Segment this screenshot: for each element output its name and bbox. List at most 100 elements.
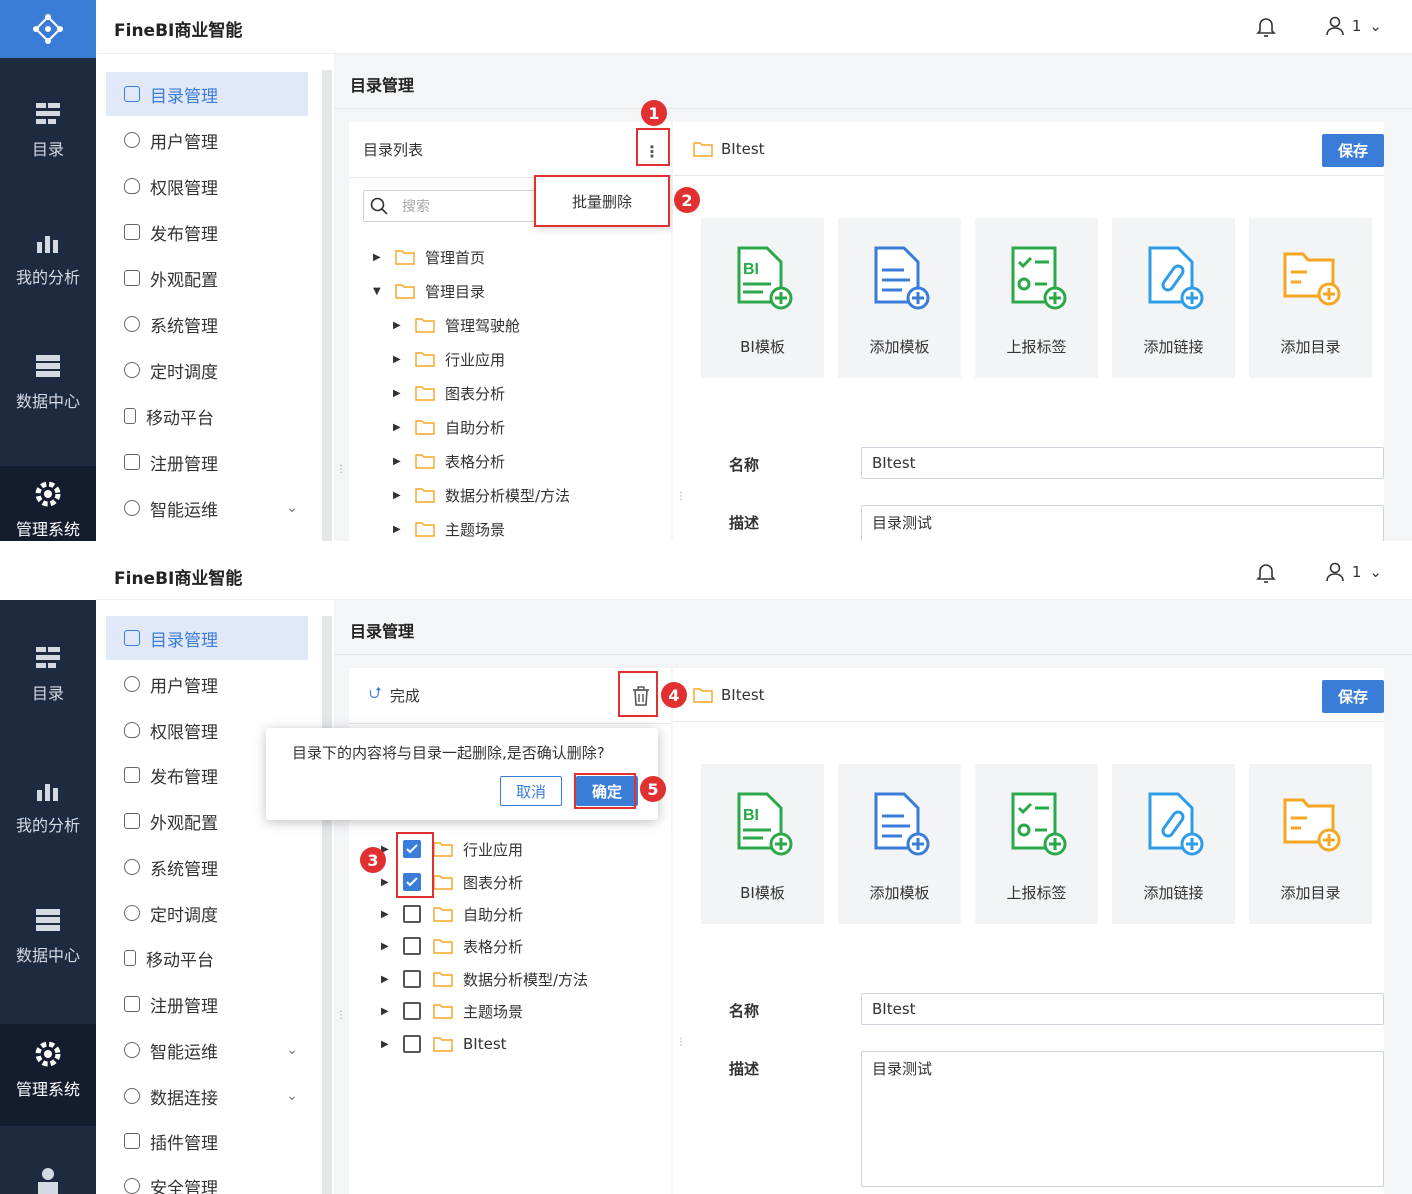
caret-right-icon: ▶ bbox=[381, 940, 389, 952]
report-tag-icon bbox=[1011, 792, 1066, 856]
checkbox bbox=[403, 937, 421, 955]
menu-item-register[interactable]: 注册管理 bbox=[106, 440, 308, 484]
menu-item-catalog-mgmt[interactable]: 目录管理 bbox=[106, 616, 308, 660]
tree-node[interactable]: ▶ 自助分析 bbox=[393, 410, 505, 444]
menu-item-ops[interactable]: 智能运维 ⌄ bbox=[106, 486, 308, 530]
menu-item-schedule[interactable]: 定时调度 bbox=[106, 891, 308, 935]
tree-node[interactable]: ▶ BItest bbox=[381, 1027, 507, 1061]
menu-item-user-mgmt[interactable]: 用户管理 bbox=[106, 118, 308, 162]
resize-handle[interactable]: ⋮ bbox=[676, 491, 686, 502]
card-bi-template[interactable]: BI BI模板 bbox=[701, 764, 824, 924]
menu-item-catalog-mgmt[interactable]: 目录管理 bbox=[106, 72, 308, 116]
menu-item-plugin[interactable]: 插件管理 bbox=[106, 1119, 308, 1163]
user-menu[interactable]: 1 ⌄ bbox=[1326, 16, 1382, 36]
caret-right-icon: ▶ bbox=[393, 421, 401, 433]
action-cards: BI BI模板 添加模板 上报标签 添加链接 添加目录 bbox=[701, 218, 1372, 378]
card-report-tag[interactable]: 上报标签 bbox=[975, 764, 1098, 924]
rail-item-data-center[interactable]: 数据中心 bbox=[0, 906, 96, 966]
tree-node[interactable]: ▶ 管理首页 bbox=[373, 240, 485, 274]
menu-item-schedule[interactable]: 定时调度 bbox=[106, 348, 308, 392]
caret-right-icon: ▶ bbox=[393, 489, 401, 501]
tree-node[interactable]: ▶ 自助分析 bbox=[381, 897, 523, 931]
card-add-folder[interactable]: 添加目录 bbox=[1249, 218, 1372, 378]
folder-icon bbox=[693, 687, 713, 703]
menu-item-publish[interactable]: 发布管理 bbox=[106, 210, 308, 254]
menu-item-security[interactable]: 安全管理 bbox=[106, 1164, 308, 1194]
menu-item-register[interactable]: 注册管理 bbox=[106, 982, 308, 1026]
save-button[interactable]: 保存 bbox=[1322, 134, 1384, 167]
folder-icon bbox=[415, 318, 435, 333]
menu-item-appearance[interactable]: 外观配置 bbox=[106, 256, 308, 300]
folder-icon bbox=[433, 1004, 453, 1019]
tree-node[interactable]: ▶ 表格分析 bbox=[381, 929, 523, 963]
card-add-template[interactable]: 添加模板 bbox=[838, 218, 961, 378]
menu-item-data-connection[interactable]: 数据连接 ⌄ bbox=[106, 1074, 308, 1118]
rail-item-data-center[interactable]: 数据中心 bbox=[0, 352, 96, 412]
menu-item-mobile[interactable]: 移动平台 bbox=[106, 936, 308, 980]
name-field[interactable]: BItest bbox=[861, 447, 1384, 479]
highlight-box bbox=[396, 832, 434, 898]
card-add-template[interactable]: 添加模板 bbox=[838, 764, 961, 924]
bell-icon[interactable] bbox=[1256, 562, 1276, 584]
search-input[interactable]: 搜索 bbox=[363, 190, 543, 222]
rail-item-catalog[interactable]: 目录 bbox=[0, 644, 96, 704]
bell-icon[interactable] bbox=[1256, 16, 1276, 38]
menu-item-system[interactable]: 系统管理 bbox=[106, 845, 308, 889]
done-button[interactable]: 完成 bbox=[390, 685, 420, 706]
menu-item-ops[interactable]: 智能运维 ⌄ bbox=[106, 1028, 308, 1072]
caret-right-icon: ▶ bbox=[393, 523, 401, 535]
user-menu[interactable]: 1 ⌄ bbox=[1326, 562, 1382, 582]
save-button[interactable]: 保存 bbox=[1322, 680, 1384, 713]
tree-node[interactable]: ▶ 数据分析模型/方法 bbox=[393, 478, 570, 512]
caret-right-icon: ▶ bbox=[381, 876, 389, 888]
desc-field[interactable]: 目录测试 bbox=[861, 1051, 1384, 1187]
resize-handle[interactable]: ⋮ bbox=[676, 1037, 686, 1048]
caret-right-icon: ▶ bbox=[381, 908, 389, 920]
menu-item-user-mgmt[interactable]: 用户管理 bbox=[106, 662, 308, 706]
rail-item-admin[interactable]: 管理系统 bbox=[0, 1024, 96, 1126]
folder-icon bbox=[433, 842, 453, 857]
tree-node[interactable]: ▶ 数据分析模型/方法 bbox=[381, 962, 588, 996]
menu-scrollbar[interactable] bbox=[322, 70, 332, 541]
left-rail: 目录 我的分析 数据中心 管理系统 bbox=[0, 0, 96, 541]
menu-item-mobile[interactable]: 移动平台 bbox=[106, 394, 308, 438]
top-bar: FineBI商业智能 1 ⌄ bbox=[96, 0, 1412, 54]
resize-handle[interactable]: ⋮ bbox=[336, 464, 346, 475]
folder-icon bbox=[415, 386, 435, 401]
link-icon bbox=[1148, 246, 1203, 310]
desc-field[interactable]: 目录测试 bbox=[861, 505, 1384, 541]
step-badge: 5 bbox=[640, 776, 666, 802]
caret-right-icon: ▶ bbox=[393, 353, 401, 365]
tree-node[interactable]: ▶ 主题场景 bbox=[393, 512, 505, 541]
rail-item-my-analysis[interactable]: 我的分析 bbox=[0, 228, 96, 288]
card-report-tag[interactable]: 上报标签 bbox=[975, 218, 1098, 378]
folder-icon bbox=[433, 907, 453, 922]
folder-icon bbox=[415, 454, 435, 469]
person-icon[interactable] bbox=[34, 1166, 62, 1194]
card-add-folder[interactable]: 添加目录 bbox=[1249, 764, 1372, 924]
card-add-link[interactable]: 添加链接 bbox=[1112, 218, 1235, 378]
step-badge: 3 bbox=[360, 847, 386, 873]
resize-handle[interactable]: ⋮ bbox=[336, 1010, 346, 1021]
mobile-icon bbox=[124, 408, 136, 424]
gear-icon bbox=[124, 316, 140, 332]
tree-node[interactable]: ▶ 管理驾驶舱 bbox=[393, 308, 520, 342]
tree-node[interactable]: ▶ 行业应用 bbox=[393, 342, 505, 376]
undo-icon[interactable]: ⮍ bbox=[369, 682, 382, 709]
card-add-link[interactable]: 添加链接 bbox=[1112, 764, 1235, 924]
rail-item-admin[interactable]: 管理系统 bbox=[0, 466, 96, 541]
name-field[interactable]: BItest bbox=[861, 993, 1384, 1025]
rail-item-catalog[interactable]: 目录 bbox=[0, 100, 96, 160]
tree-node[interactable]: ▶ 表格分析 bbox=[393, 444, 505, 478]
tree-node[interactable]: ▼ 管理目录 bbox=[373, 274, 485, 308]
checkbox bbox=[403, 1035, 421, 1053]
tree-node[interactable]: ▶ 主题场景 bbox=[381, 994, 523, 1028]
menu-scrollbar[interactable] bbox=[322, 616, 332, 1194]
tree-node[interactable]: ▶ 图表分析 bbox=[393, 376, 505, 410]
rail-item-my-analysis[interactable]: 我的分析 bbox=[0, 776, 96, 836]
caret-down-icon: ▼ bbox=[373, 285, 381, 297]
card-bi-template[interactable]: BI BI模板 bbox=[701, 218, 824, 378]
cancel-button[interactable]: 取消 bbox=[500, 776, 562, 806]
menu-item-system[interactable]: 系统管理 bbox=[106, 302, 308, 346]
menu-item-permission[interactable]: 权限管理 bbox=[106, 164, 308, 208]
